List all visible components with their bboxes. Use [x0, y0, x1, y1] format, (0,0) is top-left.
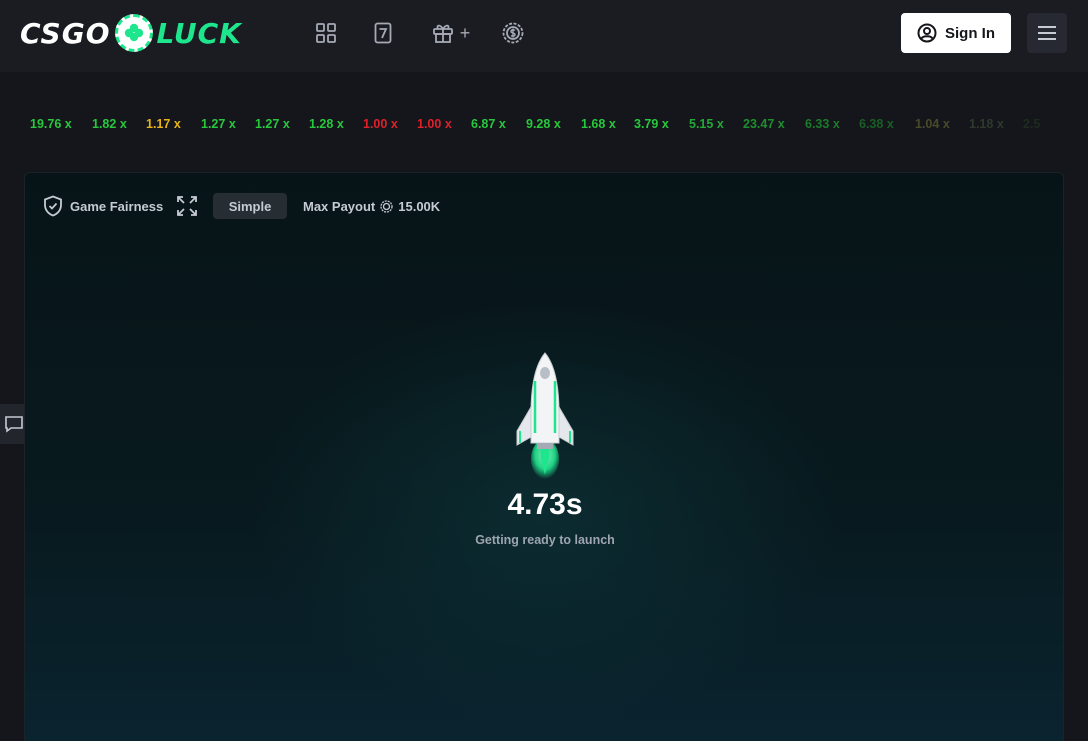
gift-plus-label: + [459, 22, 471, 43]
history-multiplier[interactable]: 1.18 x [969, 117, 1004, 131]
history-multiplier-value: 6.33 [805, 117, 830, 131]
fullscreen-button[interactable] [176, 195, 198, 217]
launch-status-text: Getting ready to launch [475, 533, 615, 547]
history-multiplier-suffix: x [713, 117, 724, 131]
history-multiplier-suffix: x [550, 117, 561, 131]
game-fairness-button[interactable]: Game Fairness [43, 193, 163, 219]
logo-text-csgo: CSGO [20, 16, 111, 50]
shield-check-icon [44, 195, 62, 217]
sign-in-label: Sign In [945, 24, 995, 42]
history-multiplier-value: 23.47 [743, 117, 775, 131]
history-multiplier-suffix: x [333, 117, 344, 131]
clover-chip-icon [114, 14, 153, 52]
history-multiplier-suffix: x [495, 117, 506, 131]
history-multiplier[interactable]: 1.27 x [255, 117, 290, 131]
sign-in-button[interactable]: Sign In [901, 13, 1011, 53]
history-multiplier-suffix: x [883, 117, 894, 131]
history-multiplier-value: 1.00 [363, 117, 388, 131]
history-multiplier-value: 1.68 [581, 117, 606, 131]
mode-toggle-simple[interactable]: Simple [213, 193, 287, 219]
history-multiplier[interactable]: 6.33 x [805, 117, 840, 131]
history-multiplier-value: 1.18 [969, 117, 994, 131]
rewards-button[interactable]: + [429, 18, 473, 48]
launch-countdown: 4.73s [507, 488, 583, 521]
history-multiplier[interactable]: 1.17 x [146, 117, 181, 131]
history-multiplier-value: 1.82 [92, 117, 117, 131]
history-multiplier-value: 6.87 [471, 117, 496, 131]
history-multiplier-value: 1.27 [201, 117, 226, 131]
history-multiplier-value: 1.00 [417, 117, 442, 131]
history-multiplier[interactable]: 1.82 x [92, 117, 127, 131]
history-multiplier-suffix: x [170, 117, 181, 131]
gift-icon [432, 24, 453, 43]
history-multiplier-value: 2.5 [1023, 117, 1041, 131]
coins-button[interactable] [501, 18, 525, 48]
history-multiplier-value: 5.15 [689, 117, 714, 131]
history-multiplier-suffix: x [939, 117, 950, 131]
history-multiplier-suffix: x [441, 117, 452, 131]
history-multiplier[interactable]: 1.00 x [417, 117, 452, 131]
history-multiplier-suffix: x [774, 117, 785, 131]
history-multiplier[interactable]: 6.38 x [859, 117, 894, 131]
history-multiplier[interactable]: 1.04 x [915, 117, 950, 131]
mode-label: Simple [228, 198, 272, 214]
coin-icon [502, 22, 524, 44]
history-multiplier[interactable]: 23.47 x [743, 117, 785, 131]
history-multiplier-value: 6.38 [859, 117, 884, 131]
history-multiplier-value: 1.17 [146, 117, 171, 131]
user-circle-icon [917, 23, 937, 43]
history-multiplier-value: 1.04 [915, 117, 940, 131]
crash-game-panel: Game Fairness Simple Max Payout 15.00K 4… [24, 172, 1064, 741]
slot-seven-icon [374, 22, 392, 44]
history-multiplier[interactable]: 9.28 x [526, 117, 561, 131]
history-multiplier[interactable]: 1.00 x [363, 117, 398, 131]
history-multiplier-suffix: x [605, 117, 616, 131]
logo-text-luck: LUCK [156, 16, 242, 50]
history-multiplier-value: 3.79 [634, 117, 659, 131]
history-multiplier-suffix: x [387, 117, 398, 131]
history-multiplier-suffix: x [658, 117, 669, 131]
history-multiplier[interactable]: 1.27 x [201, 117, 236, 131]
rocket-icon [516, 352, 574, 479]
max-payout-info: Max Payout 15.00K [303, 193, 440, 219]
history-multiplier-suffix: x [993, 117, 1004, 131]
history-multiplier[interactable]: 19.76 x [30, 117, 72, 131]
history-multiplier-suffix: x [279, 117, 290, 131]
chat-bubble-icon [5, 416, 23, 433]
history-multiplier-suffix: x [829, 117, 840, 131]
history-multiplier[interactable]: 1.28 x [309, 117, 344, 131]
slots-button[interactable] [371, 18, 395, 48]
history-multiplier[interactable]: 6.87 x [471, 117, 506, 131]
coin-small-icon [380, 199, 393, 213]
history-multiplier[interactable]: 2.5 [1023, 117, 1040, 131]
history-multiplier-value: 9.28 [526, 117, 551, 131]
max-payout-label: Max Payout [303, 198, 376, 214]
history-multiplier[interactable]: 3.79 x [634, 117, 669, 131]
games-grid-button[interactable] [314, 18, 338, 48]
max-payout-value: 15.00K [398, 198, 441, 214]
crash-history-strip: 19.76 x 1.82 x 1.17 x 1.27 x 1.27 x 1.28 x 1.0… [30, 117, 1060, 135]
grid-icon [316, 23, 336, 43]
history-multiplier-value: 1.27 [255, 117, 280, 131]
menu-icon [1038, 26, 1056, 40]
site-logo[interactable]: CSGO LUCK [20, 13, 242, 53]
expand-icon [177, 196, 197, 216]
top-navigation-bar: CSGO LUCK + Sign In [0, 0, 1088, 72]
history-multiplier-suffix: x [61, 117, 72, 131]
hamburger-menu-button[interactable] [1027, 13, 1067, 53]
history-multiplier-value: 1.28 [309, 117, 334, 131]
history-multiplier-value: 19.76 [30, 117, 62, 131]
game-fairness-label: Game Fairness [70, 198, 164, 214]
history-multiplier[interactable]: 1.68 x [581, 117, 616, 131]
history-multiplier-suffix: x [116, 117, 127, 131]
history-multiplier-suffix: x [225, 117, 236, 131]
history-multiplier[interactable]: 5.15 x [689, 117, 724, 131]
